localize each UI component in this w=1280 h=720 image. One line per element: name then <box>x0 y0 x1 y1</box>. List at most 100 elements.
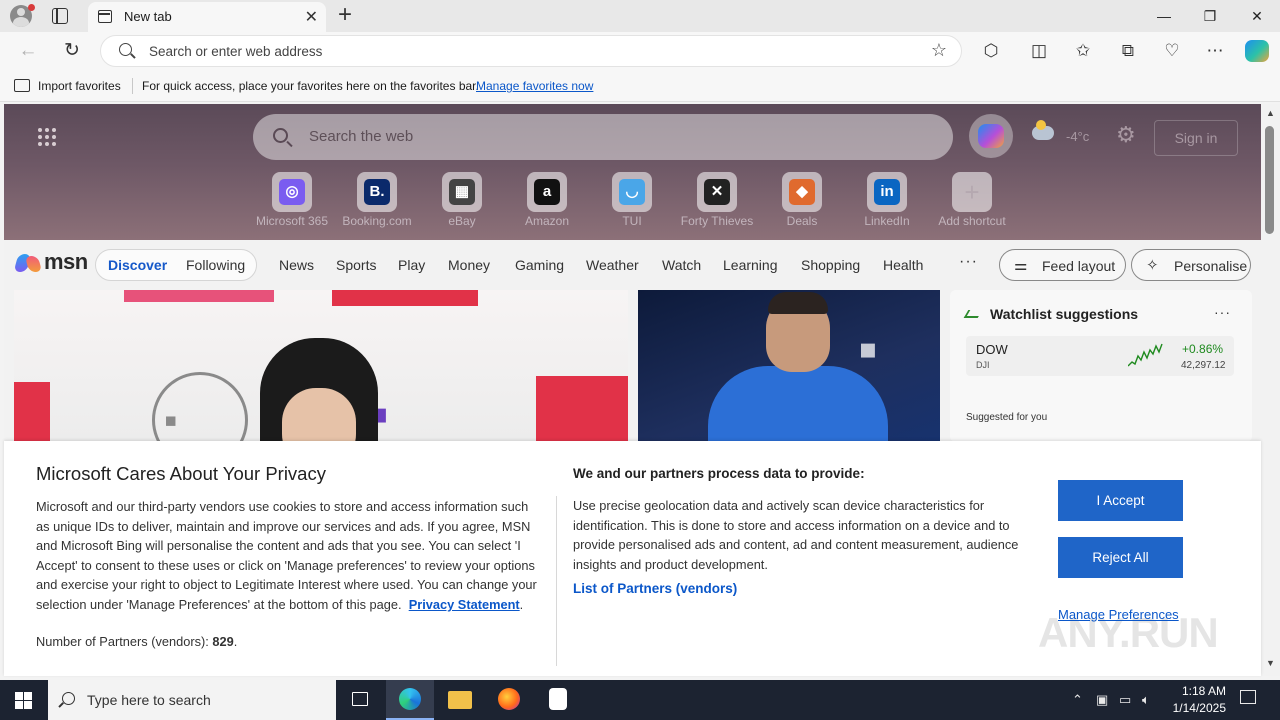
news-card-image[interactable]: ▪ ▪ <box>14 290 628 442</box>
divider <box>556 496 557 666</box>
nav-watch[interactable]: Watch <box>662 257 701 273</box>
msn-logo-text[interactable]: msn <box>44 249 88 275</box>
collections-icon[interactable]: ⧉ <box>1116 39 1140 63</box>
shortcut-tile: ✕ <box>697 172 737 212</box>
accept-button[interactable]: I Accept <box>1058 480 1183 521</box>
shortcut-amazon[interactable]: a Amazon <box>505 172 589 232</box>
nav-sports[interactable]: Sports <box>336 257 376 273</box>
taskbar-search-input[interactable]: Type here to search <box>87 692 211 708</box>
shortcut-logo-icon: ◆ <box>789 179 815 205</box>
watchlist-card: Watchlist suggestions ··· DOW DJI +0.86%… <box>950 290 1252 442</box>
shortcut-logo-icon: ▦ <box>449 179 475 205</box>
consent-purpose-text: Use precise geolocation data and activel… <box>573 498 1019 572</box>
tab-following[interactable]: Following <box>186 257 245 273</box>
sign-in-button[interactable]: Sign in <box>1154 120 1238 156</box>
favorite-star-icon[interactable]: ☆ <box>931 40 947 61</box>
ok-logo-strip <box>332 290 478 306</box>
shortcut-deals[interactable]: ◆ Deals <box>760 172 844 232</box>
network-icon[interactable]: ▭ <box>1119 692 1131 708</box>
scroll-down-arrow[interactable]: ▼ <box>1266 658 1275 668</box>
nav-shopping[interactable]: Shopping <box>801 257 860 273</box>
favorites-icon[interactable]: ✩ <box>1071 39 1095 63</box>
new-tab-button[interactable]: + <box>338 3 352 27</box>
page-scrollbar[interactable]: ▲ ▼ <box>1261 104 1280 676</box>
consent-body-text: Microsoft and our third-party vendors us… <box>36 499 537 612</box>
tab-title: New tab <box>124 9 172 24</box>
shortcut-tile: ◡ <box>612 172 652 212</box>
list-of-partners-link[interactable]: List of Partners (vendors) <box>573 581 737 596</box>
shortcut-linkedin[interactable]: in LinkedIn <box>845 172 929 232</box>
address-bar[interactable]: Search or enter web address ☆ <box>100 35 962 67</box>
watchlist-more-button[interactable]: ··· <box>1214 304 1231 320</box>
notification-center-icon[interactable] <box>1240 690 1256 704</box>
privacy-statement-link[interactable]: Privacy Statement <box>409 597 520 612</box>
shortcut-add-shortcut[interactable]: + Add shortcut <box>930 172 1014 232</box>
weather-temperature[interactable]: -4°c <box>1066 129 1089 144</box>
weather-cloud-icon[interactable] <box>1032 120 1054 140</box>
import-favorites-button[interactable]: Import favorites <box>38 79 121 93</box>
shortcut-forty-thieves[interactable]: ✕ Forty Thieves <box>675 172 759 232</box>
scroll-thumb[interactable] <box>1265 126 1274 234</box>
more-categories-button[interactable]: ··· <box>959 253 978 271</box>
nav-weather[interactable]: Weather <box>586 257 639 273</box>
edge-taskbar-icon[interactable] <box>386 680 434 720</box>
shortcut-booking-com[interactable]: B. Booking.com <box>335 172 419 232</box>
address-input[interactable]: Search or enter web address <box>149 44 322 59</box>
manage-preferences-link[interactable]: Manage Preferences <box>1058 607 1179 622</box>
app-taskbar-icon[interactable] <box>534 680 582 720</box>
nav-health[interactable]: Health <box>883 257 923 273</box>
copilot-icon[interactable] <box>1245 40 1269 62</box>
tab-close-icon[interactable]: ✕ <box>305 7 318 27</box>
manage-favorites-link[interactable]: Manage favorites now <box>476 79 593 93</box>
clock-time[interactable]: 1:18 AM <box>1170 684 1226 698</box>
taskbar-search-box[interactable]: Type here to search <box>48 680 336 720</box>
stock-trend-icon <box>963 310 983 318</box>
clock-date[interactable]: 1/14/2025 <box>1166 701 1226 715</box>
nav-gaming[interactable]: Gaming <box>515 257 564 273</box>
file-explorer-icon[interactable] <box>436 680 484 720</box>
reject-all-button[interactable]: Reject All <box>1058 537 1183 578</box>
nav-money[interactable]: Money <box>448 257 490 273</box>
firefox-icon[interactable] <box>485 680 533 720</box>
favorites-bar: Import favorites For quick access, place… <box>0 70 1280 102</box>
tab-discover[interactable]: Discover <box>108 257 167 273</box>
restore-button[interactable]: ❐ <box>1187 0 1233 32</box>
feed-layout-button[interactable]: ⚌ Feed layout <box>999 249 1126 281</box>
search-icon <box>119 43 132 56</box>
task-view-icon[interactable] <box>336 680 384 720</box>
personalise-button[interactable]: ✧ Personalise <box>1131 249 1251 281</box>
nav-news[interactable]: News <box>279 257 314 273</box>
nav-learning[interactable]: Learning <box>723 257 778 273</box>
watchlist-row[interactable]: DOW DJI +0.86% 42,297.12 <box>966 336 1234 376</box>
nav-play[interactable]: Play <box>398 257 425 273</box>
tray-overflow-icon[interactable]: ⌃ <box>1072 692 1083 708</box>
partners-count-value: 829 <box>212 634 234 649</box>
close-window-button[interactable]: ✕ <box>1234 0 1280 32</box>
refresh-button[interactable]: ↻ <box>60 39 84 63</box>
news-card-tennis[interactable]: ▪ <box>638 290 940 442</box>
copilot-button[interactable] <box>969 114 1013 158</box>
tab-new-tab[interactable]: New tab ✕ <box>88 2 326 32</box>
tab-actions-icon[interactable] <box>52 8 68 24</box>
extensions-icon[interactable]: ⬡ <box>979 39 1003 63</box>
web-search-input[interactable]: Search the web <box>309 128 413 145</box>
split-screen-icon[interactable]: ◫ <box>1027 39 1051 63</box>
shortcut-ebay[interactable]: ▦ eBay <box>420 172 504 232</box>
minimize-button[interactable]: — <box>1141 0 1187 32</box>
back-button[interactable]: ← <box>16 39 40 63</box>
person-figure <box>260 338 378 442</box>
shortcut-logo-icon: ✕ <box>704 179 730 205</box>
windows-start-icon[interactable] <box>15 692 32 709</box>
settings-more-icon[interactable]: ⋯ <box>1203 39 1227 63</box>
msn-butterfly-icon[interactable] <box>16 250 42 274</box>
shortcut-microsoft-365[interactable]: ◎ Microsoft 365 <box>250 172 334 232</box>
web-search-box[interactable]: Search the web <box>253 114 953 160</box>
browser-essentials-icon[interactable]: ♡ <box>1160 39 1184 63</box>
scroll-up-arrow[interactable]: ▲ <box>1266 108 1275 118</box>
volume-icon[interactable]: 🔈︎ <box>1142 692 1150 708</box>
tray-device-icon[interactable]: ▣ <box>1096 692 1108 708</box>
gear-icon[interactable]: ⚙ <box>1116 124 1136 146</box>
shortcut-tile: in <box>867 172 907 212</box>
app-launcher-icon[interactable] <box>38 128 56 146</box>
shortcut-tui[interactable]: ◡ TUI <box>590 172 674 232</box>
